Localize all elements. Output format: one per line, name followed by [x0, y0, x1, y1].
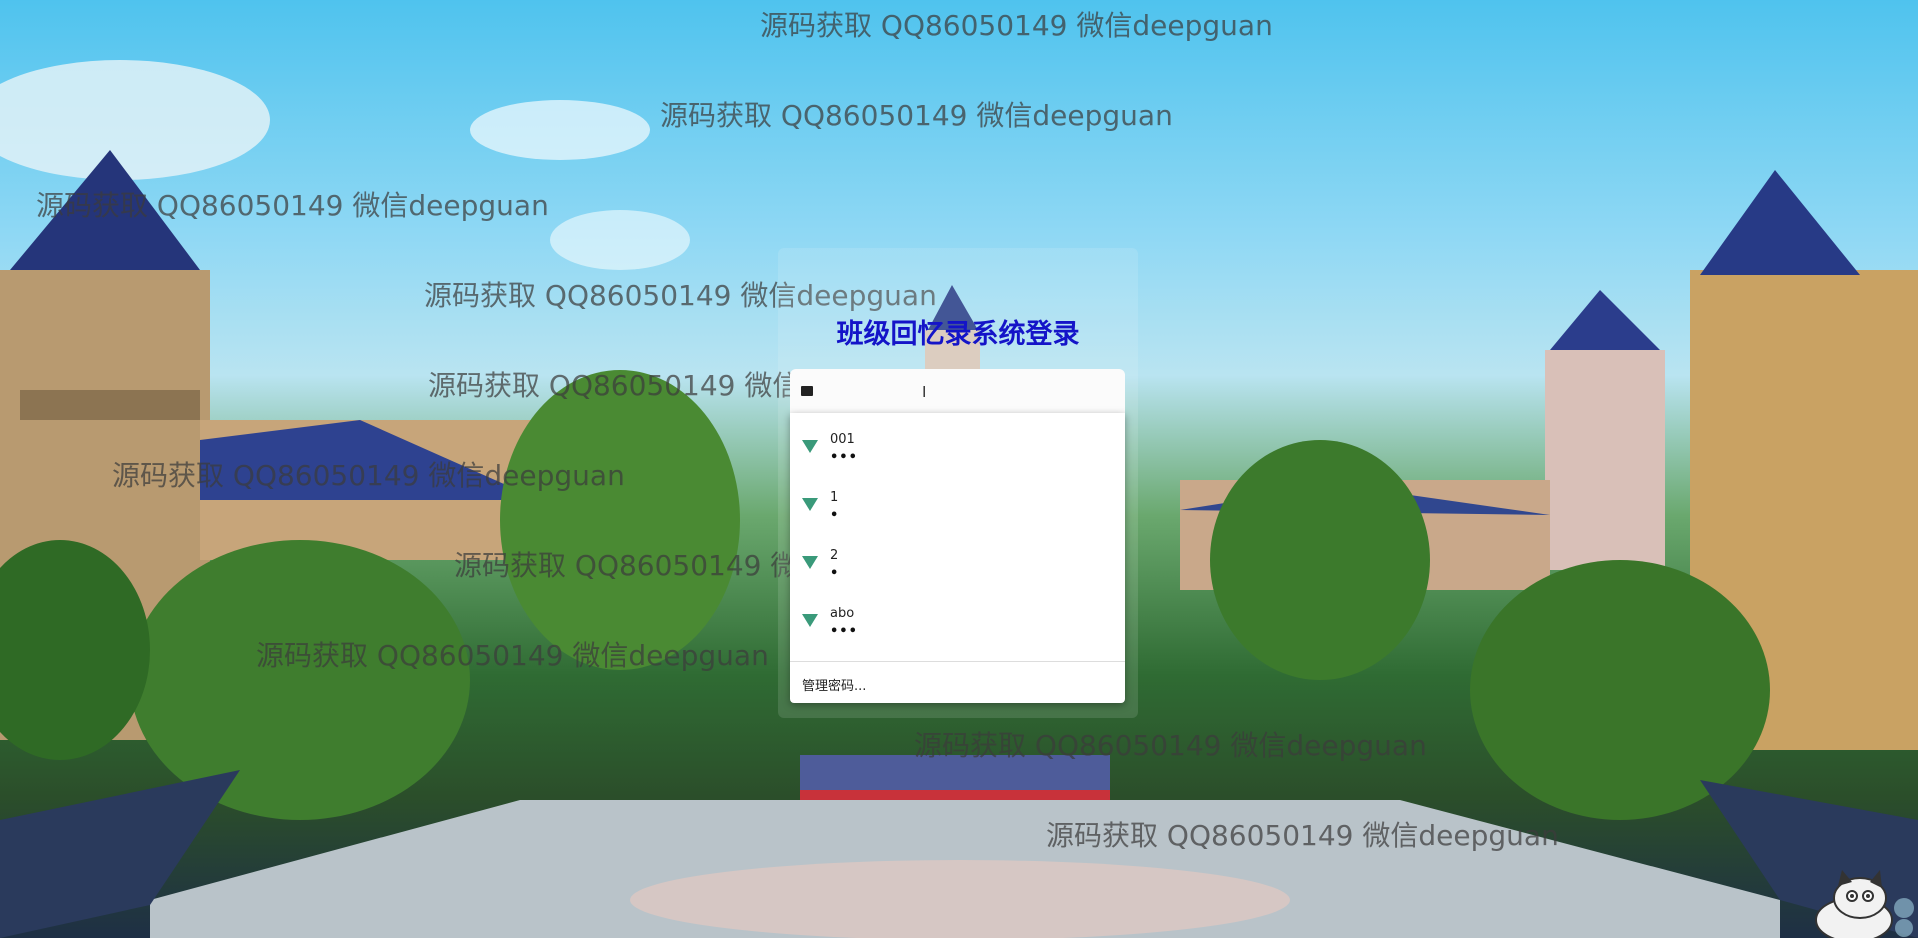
mascot-icon [1812, 868, 1916, 942]
watermark-text: 源码获取 QQ86050149 微信deepguan [36, 189, 549, 222]
key-icon [802, 614, 818, 627]
account-input[interactable] [790, 369, 1125, 413]
credential-username: abo [830, 606, 855, 621]
watermark-text: 源码获取 QQ86050149 微信deepguan [914, 729, 1427, 762]
key-icon [802, 498, 818, 511]
key-icon [802, 556, 818, 569]
text-cursor-icon: I [922, 383, 927, 401]
credential-password: ••• [830, 624, 858, 639]
watermark-text: 源码获取 QQ86050149 微信deepguan [1046, 819, 1559, 852]
manage-passwords-link[interactable]: 管理密码... [802, 675, 866, 694]
watermark-text: 源码获取 QQ86050149 微信deepguan [256, 639, 769, 672]
key-icon [802, 440, 818, 453]
saved-credentials-dropdown: 001 ••• 1 • 2 • abo ••• 管理密码... [790, 413, 1125, 703]
credential-item[interactable]: 001 ••• [790, 425, 1125, 477]
watermark-text: 源码获取 QQ86050149 微信deepguan [660, 99, 1173, 132]
watermark-text: 源码获取 QQ86050149 微信deepguan [112, 459, 625, 492]
credential-password: ••• [830, 450, 858, 465]
credential-username: 2 [830, 548, 839, 563]
credential-username: 001 [830, 432, 855, 447]
dropdown-divider [790, 661, 1125, 662]
user-icon [801, 386, 813, 396]
watermark-text: 源码获取 QQ86050149 微信deepguan [760, 9, 1273, 42]
credential-item[interactable]: 1 • [790, 483, 1125, 535]
credential-item[interactable]: 2 • [790, 541, 1125, 593]
credential-password: • [830, 566, 840, 581]
credential-password: • [830, 508, 840, 523]
credential-username: 1 [830, 490, 839, 505]
login-title: 班级回忆录系统登录 [836, 319, 1080, 350]
credential-item[interactable]: abo ••• [790, 599, 1125, 651]
